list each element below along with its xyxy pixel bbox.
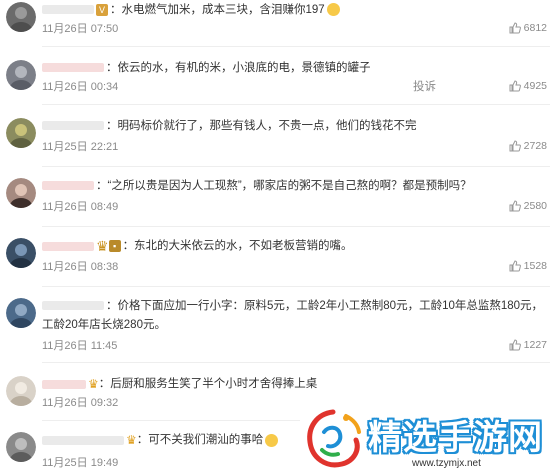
username[interactable] — [42, 63, 104, 73]
thumb-up-icon — [509, 140, 521, 152]
username[interactable] — [42, 181, 94, 191]
comment-text-continued: 工龄20年店长烧280元。 — [42, 319, 166, 331]
like-count: 6812 — [523, 22, 547, 34]
like-count: 2728 — [523, 140, 547, 152]
tears-emoji-icon — [326, 3, 340, 17]
level-badge-icon: ▪ — [108, 240, 121, 252]
report-button[interactable]: 投诉 — [413, 78, 436, 94]
username[interactable] — [42, 5, 94, 15]
username[interactable] — [42, 121, 104, 131]
comment-text: ：后厨和服务生笑了半个小时才舍得捧上桌 — [98, 378, 318, 391]
comment-item: ♛ ▪ ：东北的大米依云的水，不如老板营销的嘴。 11月26日 08:38 1528 — [0, 236, 550, 294]
thumb-up-icon — [509, 80, 521, 92]
vip-badge-icon: V — [96, 3, 108, 16]
avatar[interactable] — [6, 432, 36, 462]
thumb-up-icon — [509, 22, 521, 34]
comment-line: ：价格下面应加一行小字：原料5元，工龄2年小工熬制80元，工龄10年总监熬180… — [42, 296, 550, 316]
like-button[interactable]: 1227 — [509, 339, 547, 351]
crown-badge-icon: ♛ — [96, 238, 109, 254]
like-count: 4925 — [523, 80, 547, 92]
comment-date: 11月25日 22:21 — [42, 141, 119, 153]
like-count: 1227 — [523, 339, 547, 351]
watermark-title: 精选手游网 — [368, 418, 543, 458]
comment-line: ：明码标价就行了，那些有钱人，不贵一点，他们的钱花不完 — [42, 116, 550, 136]
thumb-up-icon — [509, 339, 521, 351]
username[interactable] — [42, 379, 86, 389]
thumb-up-icon — [509, 260, 521, 272]
like-button[interactable]: 4925 — [509, 80, 547, 92]
comment-text: ：“之所以贵是因为人工现熬”，哪家店的粥不是自己熬的啊？都是预制吗？ — [96, 180, 472, 192]
username[interactable] — [42, 435, 124, 445]
comment-line: ♛ ▪ ：东北的大米依云的水，不如老板营销的嘴。 — [42, 236, 550, 256]
like-button[interactable]: 2580 — [509, 200, 547, 212]
like-button[interactable]: 2728 — [509, 140, 547, 152]
avatar[interactable] — [6, 298, 36, 328]
smile-emoji-icon — [265, 433, 279, 447]
like-count: 1528 — [523, 260, 547, 272]
crown-badge-icon: ♛ — [88, 377, 99, 391]
comment-text: ：明码标价就行了，那些有钱人，不贵一点，他们的钱花不完 — [106, 120, 417, 132]
comment-date: 11月26日 09:32 — [42, 397, 119, 409]
comment-item: ：“之所以贵是因为人工现熬”，哪家店的粥不是自己熬的啊？都是预制吗？ 11月26… — [0, 176, 550, 234]
comment-date: 11月26日 07:50 — [42, 23, 119, 35]
avatar[interactable] — [6, 2, 36, 32]
swirl-logo-icon — [307, 409, 361, 468]
comment-line: V ：水电燃气加米，成本三块，含泪赚你197 — [42, 0, 550, 20]
avatar[interactable] — [6, 60, 36, 90]
divider — [42, 104, 550, 105]
divider — [42, 166, 550, 167]
comment-text: ：可不关我们潮汕的事哈 — [136, 434, 264, 447]
comment-text: ：东北的大米依云的水，不如老板营销的嘴。 — [122, 240, 353, 253]
comment-text: ：依云的水，有机的米，小浪底的电，景德镇的罐子 — [106, 62, 371, 74]
comment-item: V ：水电燃气加米，成本三块，含泪赚你197 11月26日 07:50 6812 — [0, 0, 550, 58]
divider — [42, 226, 550, 227]
avatar[interactable] — [6, 238, 36, 268]
comment-date: 11月26日 11:45 — [42, 340, 118, 352]
divider — [42, 420, 300, 421]
comment-date: 11月26日 08:38 — [42, 261, 119, 273]
like-count: 2580 — [523, 200, 547, 212]
comment-line: ：依云的水，有机的米，小浪底的电，景德镇的罐子 — [42, 58, 550, 78]
comment-text: ：水电燃气加米，成本三块，含泪赚你197 — [110, 4, 325, 16]
comment-item: ：依云的水，有机的米，小浪底的电，景德镇的罐子 11月26日 00:34 投诉 … — [0, 58, 550, 116]
site-watermark: 精选手游网 www.tzymjx.net — [300, 404, 545, 474]
avatar[interactable] — [6, 178, 36, 208]
username[interactable] — [42, 241, 94, 251]
comment-line: ♛：后厨和服务生笑了半个小时才舍得捧上桌 — [42, 374, 550, 394]
username[interactable] — [42, 301, 104, 311]
divider — [42, 46, 550, 47]
divider — [42, 362, 550, 363]
comment-date: 11月26日 08:49 — [42, 201, 119, 213]
watermark-url: www.tzymjx.net — [412, 458, 481, 469]
avatar[interactable] — [6, 376, 36, 406]
like-button[interactable]: 6812 — [509, 22, 547, 34]
like-button[interactable]: 1528 — [509, 260, 547, 272]
thumb-up-icon — [509, 200, 521, 212]
comment-line: ：“之所以贵是因为人工现熬”，哪家店的粥不是自己熬的啊？都是预制吗？ — [42, 176, 550, 196]
avatar[interactable] — [6, 118, 36, 148]
divider — [42, 286, 550, 287]
comment-date: 11月25日 19:49 — [42, 457, 119, 469]
comment-item: ：价格下面应加一行小字：原料5元，工龄2年小工熬制80元，工龄10年总监熬180… — [0, 296, 550, 366]
comment-date: 11月26日 00:34 — [42, 81, 119, 93]
comment-item: ：明码标价就行了，那些有钱人，不贵一点，他们的钱花不完 11月25日 22:21… — [0, 116, 550, 174]
comment-text: ：价格下面应加一行小字：原料5元，工龄2年小工熬制80元，工龄10年总监熬180… — [106, 300, 544, 312]
crown-badge-icon: ♛ — [126, 433, 137, 447]
